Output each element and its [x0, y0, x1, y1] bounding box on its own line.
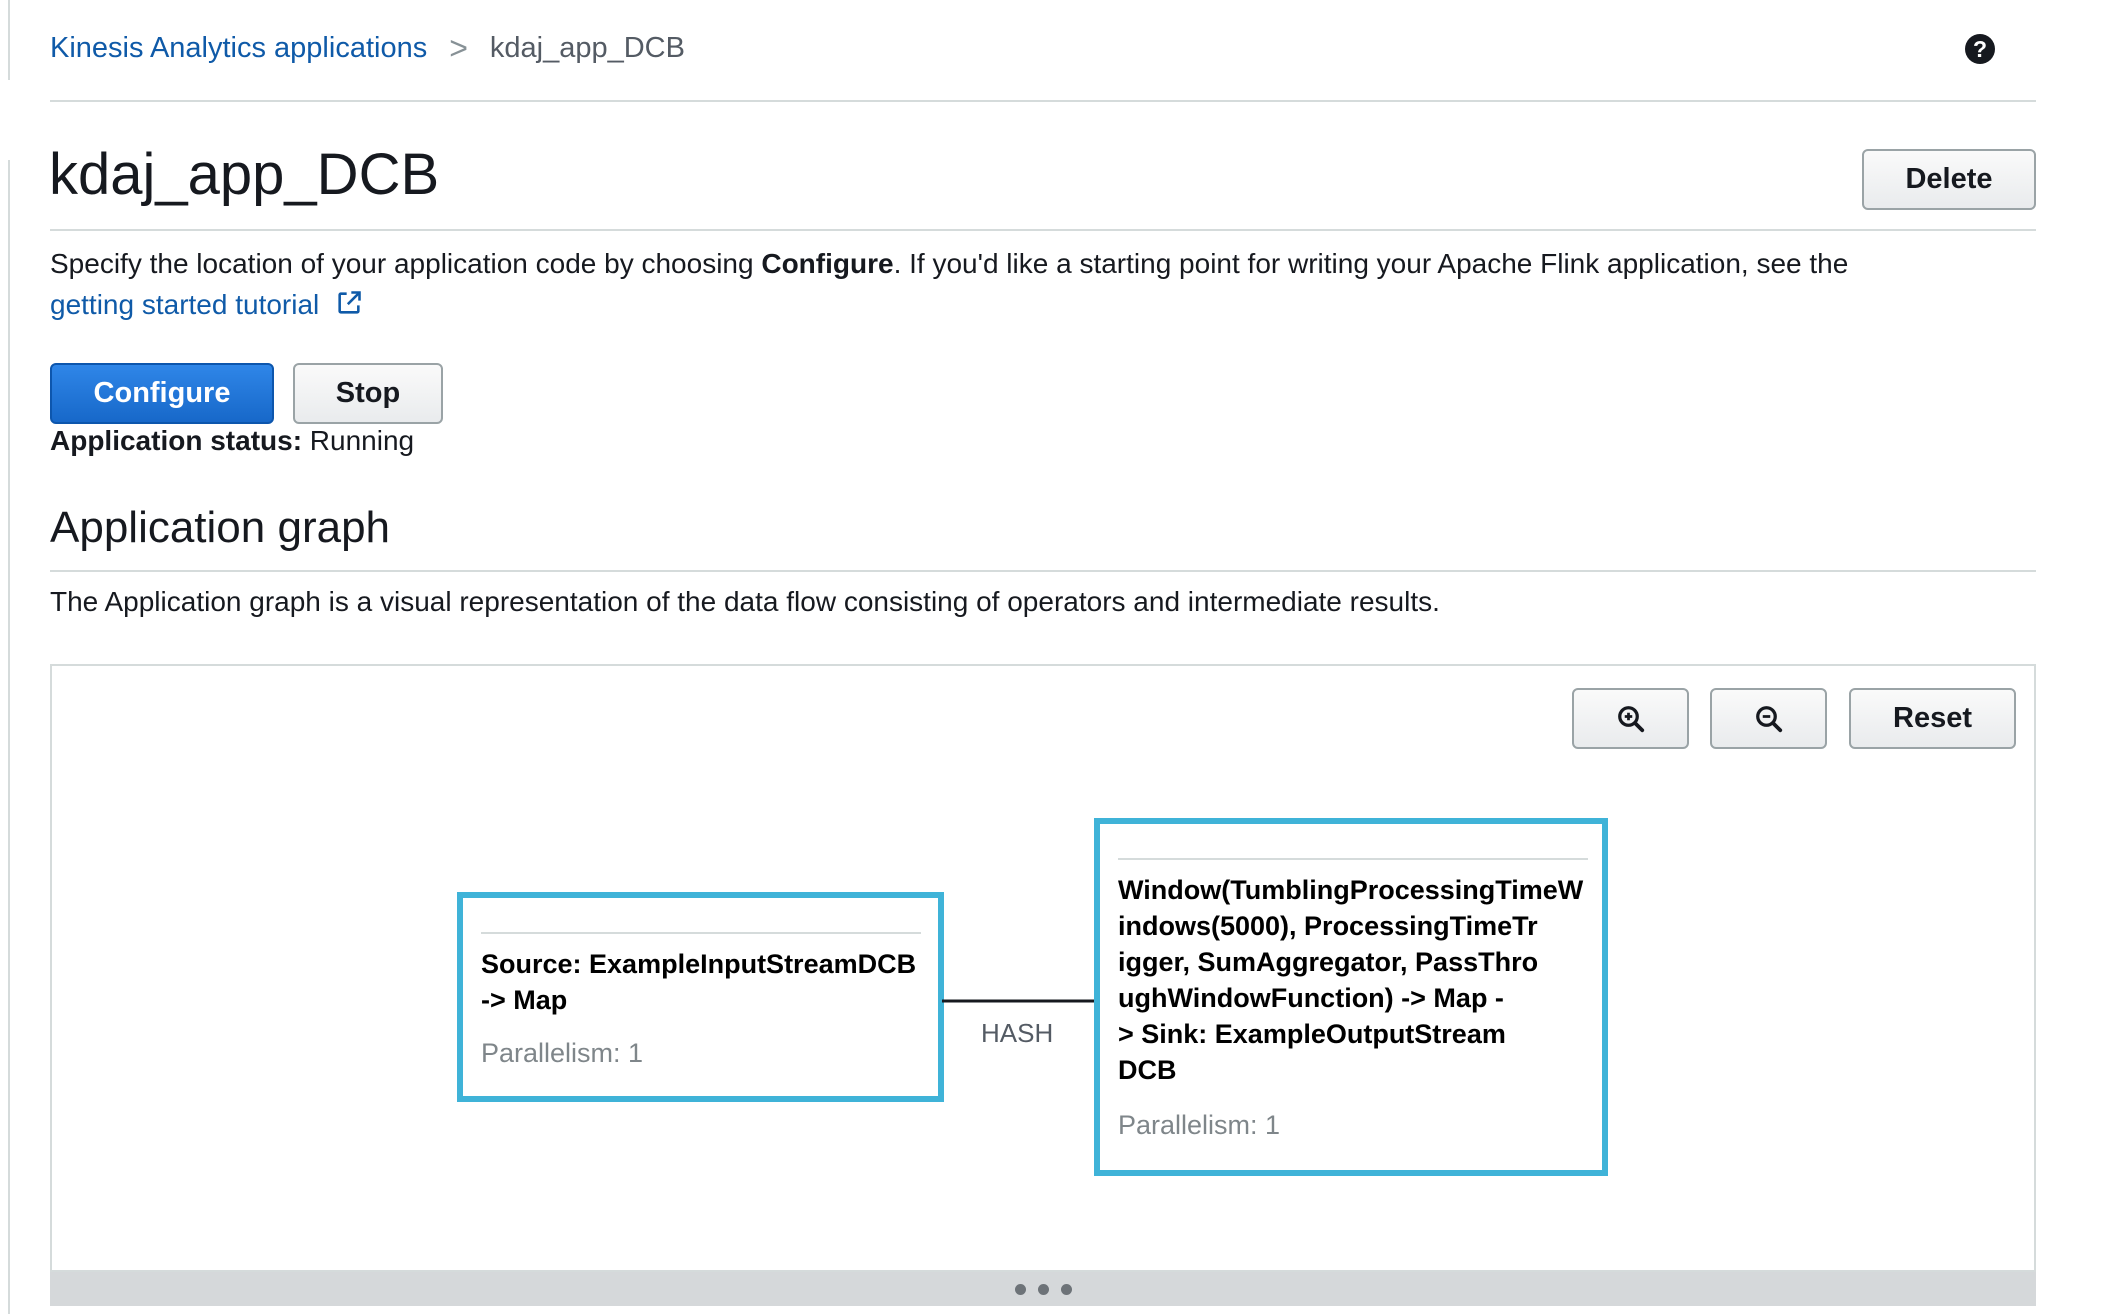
left-edge-top	[8, 0, 10, 80]
left-edge-main	[8, 160, 10, 1314]
breadcrumb-link-applications[interactable]: Kinesis Analytics applications	[50, 32, 427, 65]
configure-button[interactable]: Configure	[50, 363, 274, 424]
node-divider	[481, 932, 921, 934]
page-title: kdaj_app_DCB	[49, 142, 440, 207]
node-name: Window(TumblingProcessingTimeW indows(50…	[1118, 872, 1608, 1088]
section-divider	[50, 570, 2036, 572]
handle-dot	[1037, 1283, 1049, 1295]
node-name-line: ughWindowFunction) -> Map -	[1118, 983, 1504, 1013]
node-name-line: Window(TumblingProcessingTimeW	[1118, 875, 1584, 905]
delete-button[interactable]: Delete	[1862, 149, 2036, 210]
help-icon[interactable]: ?	[1965, 34, 1995, 64]
title-divider	[50, 229, 2036, 231]
zoom-in-button[interactable]	[1572, 688, 1689, 749]
node-divider	[1118, 858, 1588, 860]
graph-resize-handle[interactable]	[50, 1272, 2036, 1306]
handle-dot	[1014, 1283, 1026, 1295]
description-text-before: Specify the location of your application…	[50, 248, 762, 279]
external-link-icon	[338, 291, 361, 314]
node-name-line: DCB	[1118, 1055, 1177, 1085]
description-text-after: . If you'd like a starting point for wri…	[893, 248, 1849, 279]
zoom-out-button[interactable]	[1710, 688, 1827, 749]
status-value: Running	[309, 425, 415, 456]
application-graph-title: Application graph	[50, 503, 391, 552]
description-bold-configure: Configure	[761, 248, 894, 279]
node-parallelism: Parallelism: 1	[481, 1038, 644, 1068]
stop-button[interactable]: Stop	[293, 363, 443, 424]
node-parallelism: Parallelism: 1	[1118, 1110, 1281, 1140]
node-name: Source: ExampleInputStreamDCB -> Map	[481, 946, 941, 1018]
node-name-line: indows(5000), ProcessingTimeTr	[1118, 911, 1538, 941]
application-graph-description: The Application graph is a visual repres…	[50, 586, 1440, 617]
breadcrumb: Kinesis Analytics applications > kdaj_ap…	[50, 30, 685, 67]
status-label: Application status:	[50, 425, 303, 456]
reset-button[interactable]: Reset	[1849, 688, 2016, 749]
node-name-line: -> Map	[481, 985, 568, 1015]
breadcrumb-divider	[50, 100, 2036, 102]
graph-node-window-sink[interactable]: Window(TumblingProcessingTimeW indows(50…	[1094, 818, 1608, 1176]
zoom-out-icon	[1755, 705, 1782, 732]
application-description: Specify the location of your application…	[50, 243, 2000, 325]
node-name-line: > Sink: ExampleOutputStream	[1118, 1019, 1506, 1049]
graph-edge-label: HASH	[981, 1018, 1054, 1048]
getting-started-tutorial-link[interactable]: getting started tutorial	[50, 289, 363, 320]
getting-started-tutorial-label: getting started tutorial	[50, 289, 320, 320]
breadcrumb-current: kdaj_app_DCB	[489, 32, 685, 64]
application-status: Application status: Running	[50, 425, 414, 457]
application-graph-panel[interactable]: Reset Source: ExampleInputStreamDCB -> M…	[50, 664, 2036, 1272]
graph-node-source[interactable]: Source: ExampleInputStreamDCB -> Map Par…	[457, 892, 944, 1102]
node-name-line: igger, SumAggregator, PassThro	[1118, 947, 1539, 977]
node-name-line: Source: ExampleInputStreamDCB	[481, 949, 917, 979]
handle-dot	[1060, 1283, 1072, 1295]
zoom-in-icon	[1617, 705, 1644, 732]
breadcrumb-chevron-icon: >	[449, 30, 468, 66]
